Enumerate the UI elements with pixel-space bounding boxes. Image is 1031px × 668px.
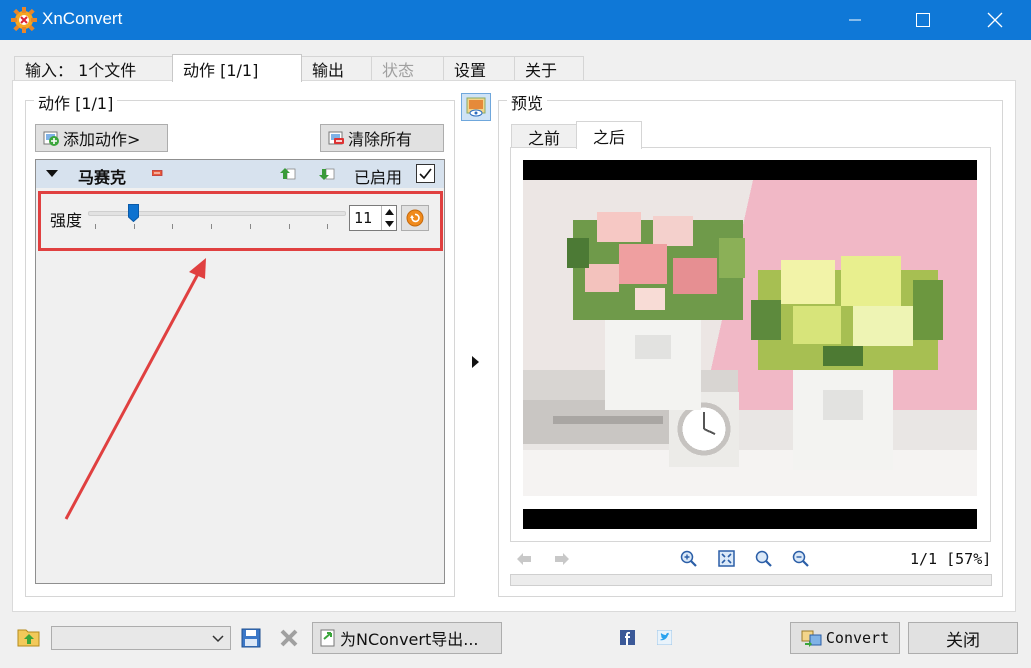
zoom-out-icon[interactable]	[792, 550, 809, 567]
preview-toggle-button[interactable]	[461, 93, 491, 121]
zoom-in-icon[interactable]	[680, 550, 697, 567]
page-zoom-label: 1/1 [57%]	[910, 550, 992, 568]
zoom-actual-icon[interactable]	[755, 550, 772, 567]
export-nconvert-button[interactable]: 为NConvert导出...	[312, 622, 502, 654]
preset-combo[interactable]	[51, 626, 231, 650]
preview-group-title: 预览	[507, 90, 548, 114]
fit-icon[interactable]	[718, 550, 735, 567]
preview-scrollbar[interactable]	[510, 574, 992, 586]
open-folder-icon[interactable]	[17, 626, 41, 648]
convert-icon	[801, 630, 822, 647]
facebook-icon[interactable]	[620, 630, 635, 645]
tab-after[interactable]: 之后	[576, 121, 643, 149]
next-icon[interactable]	[554, 552, 570, 566]
tab-before[interactable]: 之前	[511, 124, 578, 149]
chevron-down-icon	[212, 635, 224, 643]
delete-icon[interactable]	[279, 628, 299, 648]
preview-toggle-icon	[466, 97, 486, 117]
expand-arrow-icon[interactable]	[472, 356, 480, 368]
twitter-icon[interactable]	[657, 630, 672, 645]
tab-actions[interactable]: 动作 [1/1]	[172, 54, 302, 82]
close-button[interactable]: 关闭	[908, 622, 1018, 654]
save-icon[interactable]	[241, 628, 261, 648]
export-icon	[320, 629, 335, 647]
preview-image	[523, 160, 977, 529]
prev-icon[interactable]	[516, 552, 532, 566]
convert-button[interactable]: Convert	[790, 622, 900, 654]
preview-tabs: 之前 之后	[511, 121, 643, 149]
